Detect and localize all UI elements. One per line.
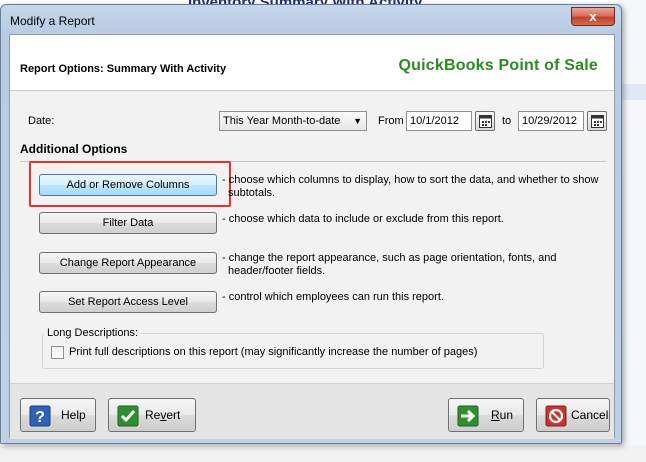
modify-report-dialog: Modify a Report x Report Options: Summar… <box>0 4 622 444</box>
to-date-input[interactable]: 10/29/2012 <box>518 111 584 131</box>
description-line: - choose which columns to display, how t… <box>222 174 599 186</box>
description-line: - change the report appearance, such as … <box>222 252 557 264</box>
checkmark-icon <box>117 405 139 427</box>
set-report-access-level-description: - control which employees can run this r… <box>222 291 612 304</box>
run-arrow-icon <box>457 405 479 427</box>
brand-logo-text: QuickBooks Point of Sale <box>398 57 598 74</box>
help-label: Help <box>61 408 86 422</box>
calendar-icon <box>591 115 604 128</box>
close-icon: x <box>589 9 597 24</box>
to-date-value: 10/29/2012 <box>522 115 578 127</box>
add-remove-columns-description: - choose which columns to display, how t… <box>222 174 612 200</box>
from-label: From <box>378 115 404 127</box>
cancel-button[interactable]: Cancel <box>536 398 610 432</box>
window-title: Modify a Report <box>10 14 95 28</box>
description-line: subtotals. <box>228 187 276 199</box>
additional-options-title: Additional Options <box>20 142 128 156</box>
dialog-body: Report Options: Summary With Activity Qu… <box>9 34 615 439</box>
background-app-edge <box>618 0 646 462</box>
chevron-down-icon: ▼ <box>353 116 362 126</box>
calendar-icon <box>479 115 492 128</box>
filter-data-description: - choose which data to include or exclud… <box>222 213 612 226</box>
from-date-value: 10/1/2012 <box>410 115 459 127</box>
print-full-descriptions-checkbox[interactable] <box>51 346 64 359</box>
add-remove-columns-label: Add or Remove Columns <box>66 179 190 191</box>
description-line: - control which employees can run this r… <box>222 291 444 303</box>
add-remove-columns-button[interactable]: Add or Remove Columns <box>39 174 217 196</box>
description-line: header/footer fields. <box>228 265 326 277</box>
help-icon: ? <box>29 405 51 427</box>
to-label: to <box>502 115 512 127</box>
to-calendar-button[interactable] <box>587 111 607 131</box>
change-report-appearance-button[interactable]: Change Report Appearance <box>39 252 217 274</box>
background-app-bottom <box>0 446 646 462</box>
run-button[interactable]: Run <box>448 398 524 432</box>
long-descriptions-label: Long Descriptions: <box>44 327 142 339</box>
title-bar[interactable]: Modify a Report x <box>1 5 621 35</box>
description-line: - choose which data to include or exclud… <box>222 213 504 225</box>
filter-data-label: Filter Data <box>102 217 154 229</box>
date-label: Date: <box>28 115 55 127</box>
filter-data-button[interactable]: Filter Data <box>39 212 217 234</box>
from-date-input[interactable]: 10/1/2012 <box>406 111 472 131</box>
change-report-appearance-description: - change the report appearance, such as … <box>222 252 612 278</box>
dialog-footer: ? Help Revert Run Cancel <box>10 383 614 439</box>
set-report-access-level-label: Set Report Access Level <box>68 296 188 308</box>
dialog-header: Report Options: Summary With Activity Qu… <box>10 35 614 91</box>
from-calendar-button[interactable] <box>475 111 495 131</box>
background-row-highlight <box>622 84 646 100</box>
cancel-label: Cancel <box>571 408 609 422</box>
close-button[interactable]: x <box>571 7 615 26</box>
cancel-icon <box>545 405 567 427</box>
run-label: Run <box>491 408 514 422</box>
set-report-access-level-button[interactable]: Set Report Access Level <box>39 291 217 313</box>
change-report-appearance-label: Change Report Appearance <box>59 257 197 269</box>
revert-label: Revert <box>145 408 181 422</box>
help-button[interactable]: ? Help <box>20 398 96 432</box>
svg-text:?: ? <box>35 409 45 426</box>
print-full-descriptions-label[interactable]: Print full descriptions on this report (… <box>69 346 477 358</box>
revert-button[interactable]: Revert <box>108 398 196 432</box>
date-range-value: This Year Month-to-date <box>223 115 341 127</box>
report-options-title: Report Options: Summary With Activity <box>20 63 227 75</box>
date-range-select[interactable]: This Year Month-to-date ▼ <box>219 111 367 131</box>
